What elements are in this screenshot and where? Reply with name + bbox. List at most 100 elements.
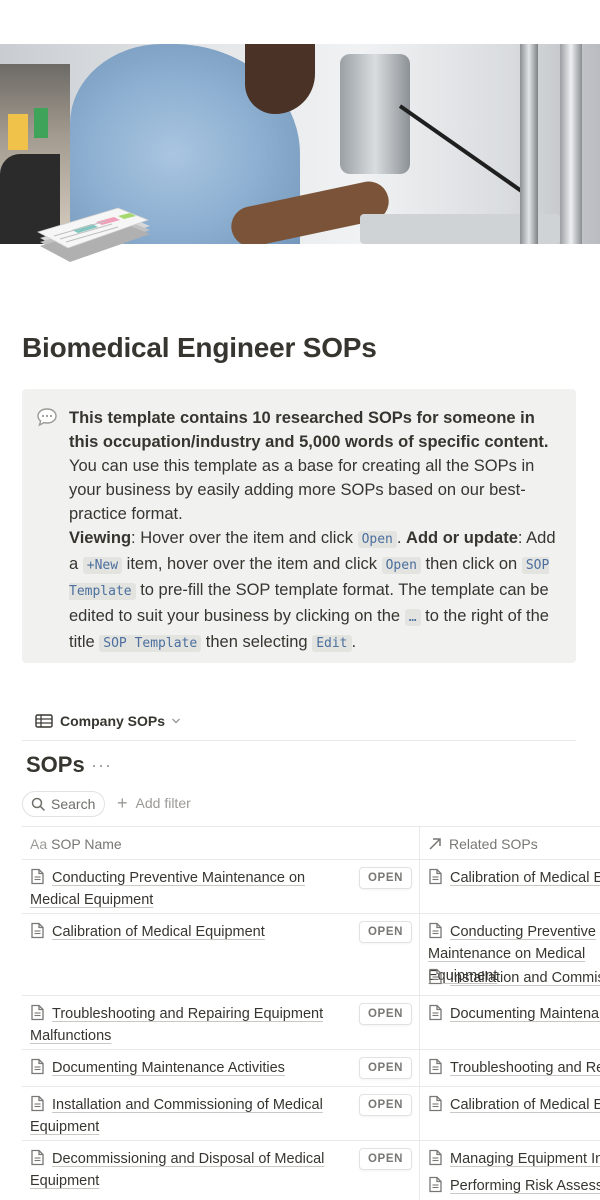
open-button[interactable]: OPEN: [359, 921, 412, 943]
table-header: Aa SOP Name Related SOPs: [22, 826, 600, 860]
column-header-name[interactable]: Aa SOP Name: [30, 827, 122, 860]
cover-microscope: [340, 54, 410, 174]
table-row[interactable]: Documenting Maintenance Activities OPEN Tr…: [22, 1050, 600, 1087]
ellipsis-code: …: [404, 609, 421, 626]
cover-detail: [8, 114, 28, 150]
related-sop-link[interactable]: Performing Risk Assessments: [428, 1175, 600, 1197]
page-title: Biomedical Engineer SOPs: [22, 332, 377, 363]
cover-detail: [34, 108, 48, 138]
database-title[interactable]: SOPs: [26, 752, 85, 778]
document-icon: [429, 868, 442, 885]
sop-name-cell[interactable]: Documenting Maintenance Activities: [30, 1057, 350, 1079]
related-sop-name[interactable]: Troubleshooting and Repairing Equipment …: [450, 1060, 600, 1076]
document-icon: [429, 1176, 442, 1193]
document-icon: [31, 868, 44, 885]
search-icon: [31, 797, 45, 811]
callout-text-segment: .: [351, 633, 357, 651]
add-update-label: Add or update: [406, 529, 518, 547]
document-icon: [31, 1004, 44, 1021]
related-sop-name[interactable]: Performing Risk Assessments: [450, 1178, 600, 1194]
related-sop-link[interactable]: Installation and Commissioning of Medica…: [428, 967, 600, 989]
related-sop-name[interactable]: Installation and Commissioning of Medica…: [450, 970, 600, 986]
related-sop-name[interactable]: Calibration of Medical Equipment: [450, 1097, 600, 1113]
document-icon: [429, 1095, 442, 1112]
related-sop-link[interactable]: Calibration of Medical Equipment: [428, 867, 600, 889]
more-options-icon[interactable]: ···: [91, 755, 112, 776]
document-icon: [31, 1149, 44, 1166]
related-sop-name[interactable]: Documenting Maintenance Activities: [450, 1006, 600, 1022]
document-icon: [429, 968, 442, 985]
new-code: +New: [82, 557, 123, 574]
documents-stack-icon[interactable]: [36, 204, 152, 268]
callout-intro-bold: This template contains 10 researched SOP…: [69, 409, 549, 451]
callout-text: This template contains 10 researched SOP…: [69, 406, 559, 656]
table-row[interactable]: Installation and Commissioning of Medica…: [22, 1087, 600, 1141]
document-icon: [429, 922, 442, 939]
related-sop-name[interactable]: Calibration of Medical Equipment: [450, 870, 600, 886]
document-icon: [31, 1058, 44, 1075]
document-icon: [429, 1058, 442, 1075]
chevron-down-icon: [172, 718, 181, 724]
open-button[interactable]: OPEN: [359, 1057, 412, 1079]
document-icon: [31, 922, 44, 939]
cover-stand: [520, 44, 538, 244]
sop-name[interactable]: Decommissioning and Disposal of Medical …: [30, 1151, 324, 1189]
open-button[interactable]: OPEN: [359, 1148, 412, 1170]
speech-bubble-icon: [37, 408, 57, 427]
related-sop-link[interactable]: Troubleshooting and Repairing Equipment …: [428, 1057, 600, 1079]
open-code: Open: [357, 531, 397, 548]
sop-name-cell[interactable]: Installation and Commissioning of Medica…: [30, 1094, 350, 1138]
related-sop-name[interactable]: Managing Equipment Inventory: [450, 1151, 600, 1167]
related-sop-link[interactable]: Documenting Maintenance Activities: [428, 1003, 600, 1025]
plus-icon: +: [117, 793, 128, 813]
search-button[interactable]: Search: [22, 791, 105, 817]
table-row[interactable]: Decommissioning and Disposal of Medical …: [22, 1141, 600, 1200]
sop-name[interactable]: Troubleshooting and Repairing Equipment …: [30, 1006, 323, 1044]
sop-name-cell[interactable]: Troubleshooting and Repairing Equipment …: [30, 1003, 350, 1047]
callout-intro: You can use this template as a base for …: [69, 457, 535, 523]
sop-name-cell[interactable]: Conducting Preventive Maintenance on Med…: [30, 867, 350, 911]
text-property-icon: Aa: [30, 835, 48, 852]
sop-template-code: SOP Template: [99, 635, 202, 652]
document-icon: [31, 1095, 44, 1112]
column-header-label: SOP Name: [51, 835, 122, 852]
callout-text-segment: then selecting: [201, 633, 313, 651]
open-code: Open: [381, 557, 421, 574]
callout-text-segment: then click on: [420, 555, 522, 573]
open-button[interactable]: OPEN: [359, 1094, 412, 1116]
document-icon: [429, 1149, 442, 1166]
cover-person-head: [245, 44, 315, 114]
viewing-label: Viewing: [69, 529, 132, 547]
info-callout: This template contains 10 researched SOP…: [22, 389, 576, 663]
column-header-label: Related SOPs: [449, 835, 538, 852]
divider: [22, 740, 576, 741]
database-view-tab[interactable]: Company SOPs: [35, 710, 188, 732]
cover-cable: [398, 104, 533, 200]
sop-name[interactable]: Conducting Preventive Maintenance on Med…: [30, 870, 305, 908]
sop-name[interactable]: Documenting Maintenance Activities: [52, 1060, 285, 1076]
cover-stand: [560, 44, 582, 244]
sop-name-cell[interactable]: Decommissioning and Disposal of Medical …: [30, 1148, 350, 1192]
relation-arrow-icon: [429, 837, 441, 850]
related-sop-link[interactable]: Calibration of Medical Equipment: [428, 1094, 600, 1116]
sop-name[interactable]: Installation and Commissioning of Medica…: [30, 1097, 323, 1135]
open-button[interactable]: OPEN: [359, 867, 412, 889]
table-row[interactable]: Troubleshooting and Repairing Equipment …: [22, 996, 600, 1050]
search-label: Search: [51, 796, 96, 812]
table-icon: [35, 714, 53, 728]
column-header-related[interactable]: Related SOPs: [428, 827, 538, 860]
add-filter-label: Add filter: [135, 795, 191, 811]
sop-name[interactable]: Calibration of Medical Equipment: [52, 924, 265, 940]
table-row[interactable]: Conducting Preventive Maintenance on Med…: [22, 860, 600, 914]
callout-text-segment: .: [396, 529, 407, 547]
callout-text-segment: : Hover over the item and click: [131, 529, 358, 547]
callout-text-segment: item, hover over the item and click: [122, 555, 382, 573]
view-name: Company SOPs: [60, 713, 166, 729]
edit-code: Edit: [312, 635, 352, 652]
add-filter-button[interactable]: + Add filter: [117, 794, 191, 812]
document-icon: [429, 1004, 442, 1021]
table-row[interactable]: Calibration of Medical Equipment OPEN Cond…: [22, 914, 600, 996]
open-button[interactable]: OPEN: [359, 1003, 412, 1025]
sop-name-cell[interactable]: Calibration of Medical Equipment: [30, 921, 350, 943]
related-sop-link[interactable]: Managing Equipment Inventory: [428, 1148, 600, 1170]
